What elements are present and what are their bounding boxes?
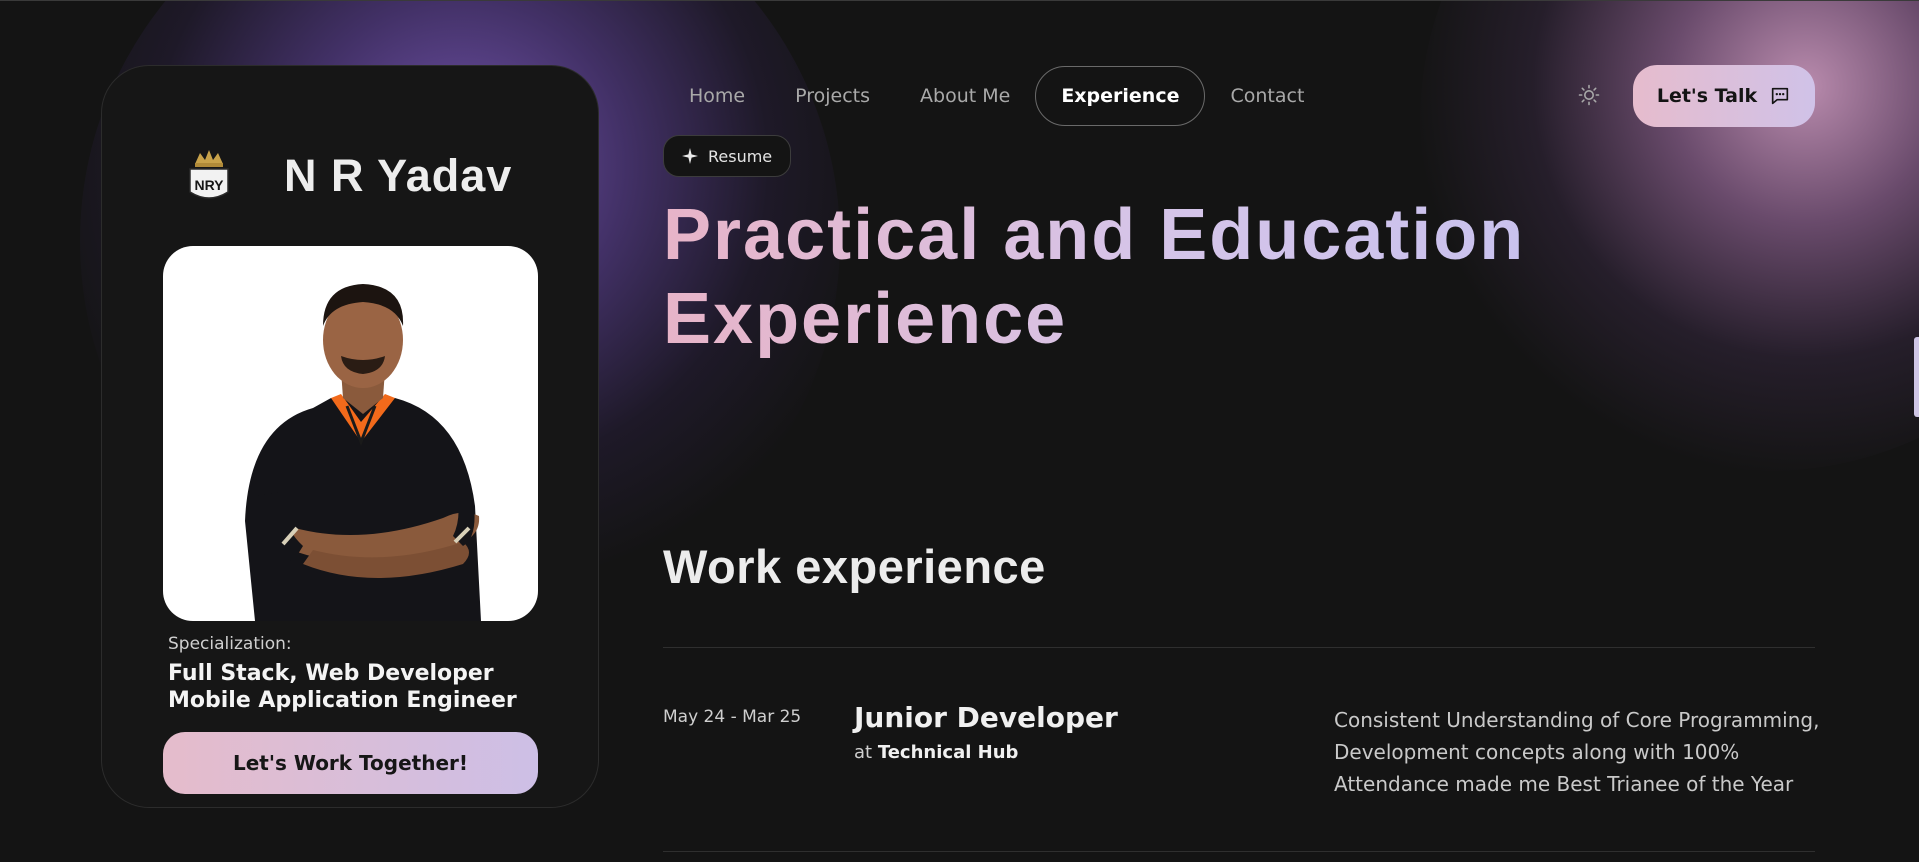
specialization-line: Mobile Application Engineer	[168, 688, 517, 713]
job-title: Junior Developer	[854, 701, 1118, 734]
resume-badge: Resume	[663, 135, 792, 177]
specialization-label: Specialization:	[168, 634, 292, 654]
main-nav: Home Projects About Me Experience Contac…	[664, 65, 1329, 127]
work-together-button[interactable]: Let's Work Together!	[163, 732, 538, 794]
specialization-line: Full Stack, Web Developer	[168, 661, 494, 686]
sun-icon	[1578, 84, 1600, 106]
logo-monogram: NRY	[194, 177, 224, 193]
lets-talk-label: Let's Talk	[1656, 85, 1758, 107]
crown-logo-icon: NRY	[186, 148, 232, 204]
page-title-line: Practical and Education	[663, 195, 1526, 275]
page-title: Practical and Education Experience	[663, 193, 1525, 361]
nav-item-contact[interactable]: Contact	[1205, 66, 1329, 126]
scrollbar-thumb[interactable]	[1914, 337, 1919, 417]
chat-icon	[1771, 87, 1789, 105]
divider	[663, 647, 1815, 648]
nav-item-projects[interactable]: Projects	[770, 66, 895, 126]
theme-toggle-button[interactable]	[1564, 65, 1614, 125]
page: NRY N R Yadav Specialization: Full Stack…	[0, 0, 1919, 862]
profile-card: NRY N R Yadav Specialization: Full Stack…	[101, 65, 599, 808]
specialization-value: Full Stack, Web Developer Mobile Applica…	[168, 660, 517, 714]
divider	[663, 851, 1815, 852]
job-company-name: Technical Hub	[877, 742, 1019, 763]
brand-name: N R Yadav	[284, 150, 513, 201]
page-title-line: Experience	[663, 279, 1068, 359]
nav-item-about-me[interactable]: About Me	[895, 66, 1035, 126]
job-description: Consistent Understanding of Core Program…	[1334, 708, 1820, 796]
brand: NRY N R Yadav	[186, 148, 512, 204]
resume-badge-label: Resume	[708, 146, 773, 166]
lets-talk-button[interactable]: Let's Talk	[1633, 65, 1815, 127]
job-company-prefix: at	[854, 742, 873, 763]
profile-photo	[163, 246, 538, 621]
work-experience-heading: Work experience	[663, 540, 1046, 593]
nav-item-home[interactable]: Home	[664, 66, 770, 126]
job-date: May 24 - Mar 25	[663, 707, 802, 727]
job-company: at Technical Hub	[854, 742, 1018, 763]
nav-item-experience[interactable]: Experience	[1035, 66, 1206, 126]
sparkle-icon	[682, 148, 698, 164]
